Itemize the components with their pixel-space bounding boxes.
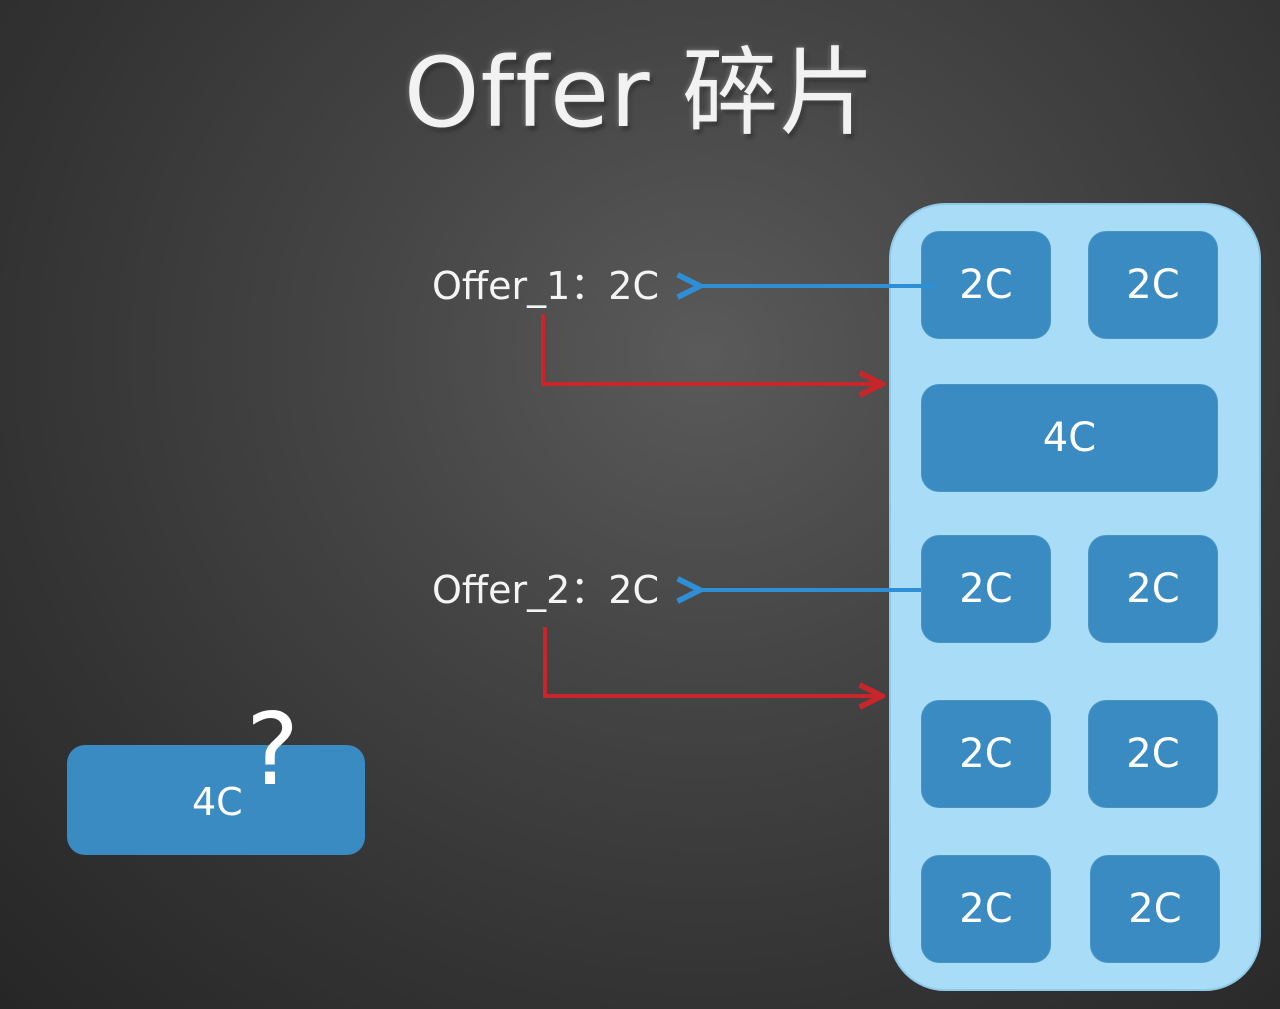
arrows-layer <box>541 0 935 1009</box>
pending-task-label: 4C <box>192 780 243 824</box>
offer-2-red-arrow <box>543 627 882 696</box>
offer-1-red-arrow <box>541 314 882 384</box>
question-mark: ? <box>246 691 300 808</box>
